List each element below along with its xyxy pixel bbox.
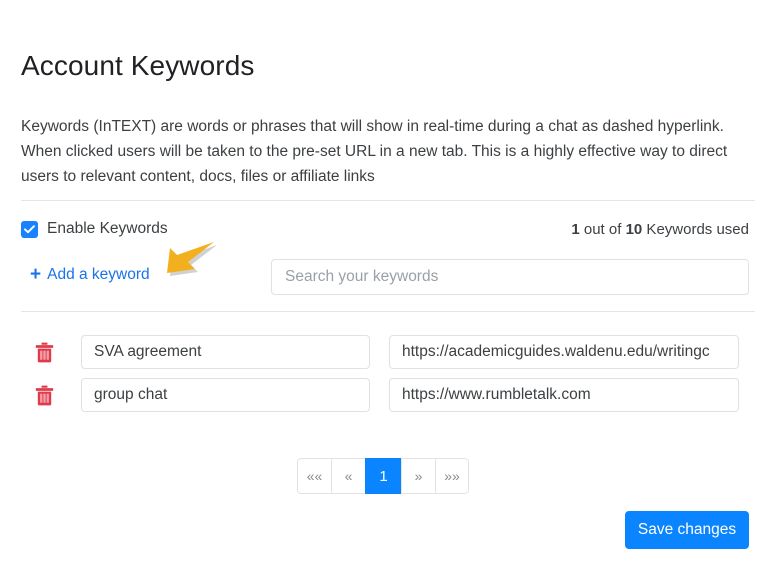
trash-icon — [35, 342, 54, 363]
pagination-next-button[interactable]: » — [401, 458, 435, 494]
pagination-first-button[interactable]: «« — [297, 458, 331, 494]
keywords-used-count: 1 — [571, 221, 579, 238]
enable-keywords-checkbox[interactable] — [21, 221, 38, 238]
search-keywords-input[interactable] — [271, 259, 749, 295]
keywords-counter: 1 out of 10 Keywords used — [571, 220, 749, 240]
counter-middle-text: out of — [580, 221, 626, 238]
add-keyword-label: Add a keyword — [47, 265, 150, 285]
table-row — [21, 374, 755, 416]
check-icon — [24, 225, 35, 234]
keyword-url-input[interactable] — [389, 378, 739, 412]
add-keyword-button[interactable]: + Add a keyword — [30, 265, 150, 285]
enable-keywords-label: Enable Keywords — [47, 219, 168, 239]
page-title: Account Keywords — [21, 47, 255, 85]
keyword-input[interactable] — [81, 335, 370, 369]
pagination-prev-button[interactable]: « — [331, 458, 365, 494]
pagination: «« « 1 » »» — [297, 458, 469, 494]
page-description: Keywords (InTEXT) are words or phrases t… — [21, 114, 745, 189]
enable-keywords-row[interactable]: Enable Keywords — [21, 219, 168, 239]
divider-search — [21, 311, 755, 312]
counter-suffix-text: Keywords used — [642, 221, 749, 238]
account-keywords-page: Account Keywords Keywords (InTEXT) are w… — [0, 0, 776, 574]
trash-icon — [35, 385, 54, 406]
keyword-input[interactable] — [81, 378, 370, 412]
delete-keyword-button[interactable] — [29, 337, 59, 367]
table-row — [21, 331, 755, 373]
pagination-page-1[interactable]: 1 — [365, 458, 401, 494]
save-changes-button[interactable]: Save changes — [625, 511, 749, 549]
divider-top — [21, 200, 755, 201]
keywords-list — [21, 331, 755, 417]
delete-keyword-button[interactable] — [29, 380, 59, 410]
yellow-arrow-annotation-icon — [156, 238, 218, 286]
plus-icon: + — [30, 267, 41, 283]
pagination-last-button[interactable]: »» — [435, 458, 469, 494]
keyword-url-input[interactable] — [389, 335, 739, 369]
keywords-total-count: 10 — [626, 221, 643, 238]
